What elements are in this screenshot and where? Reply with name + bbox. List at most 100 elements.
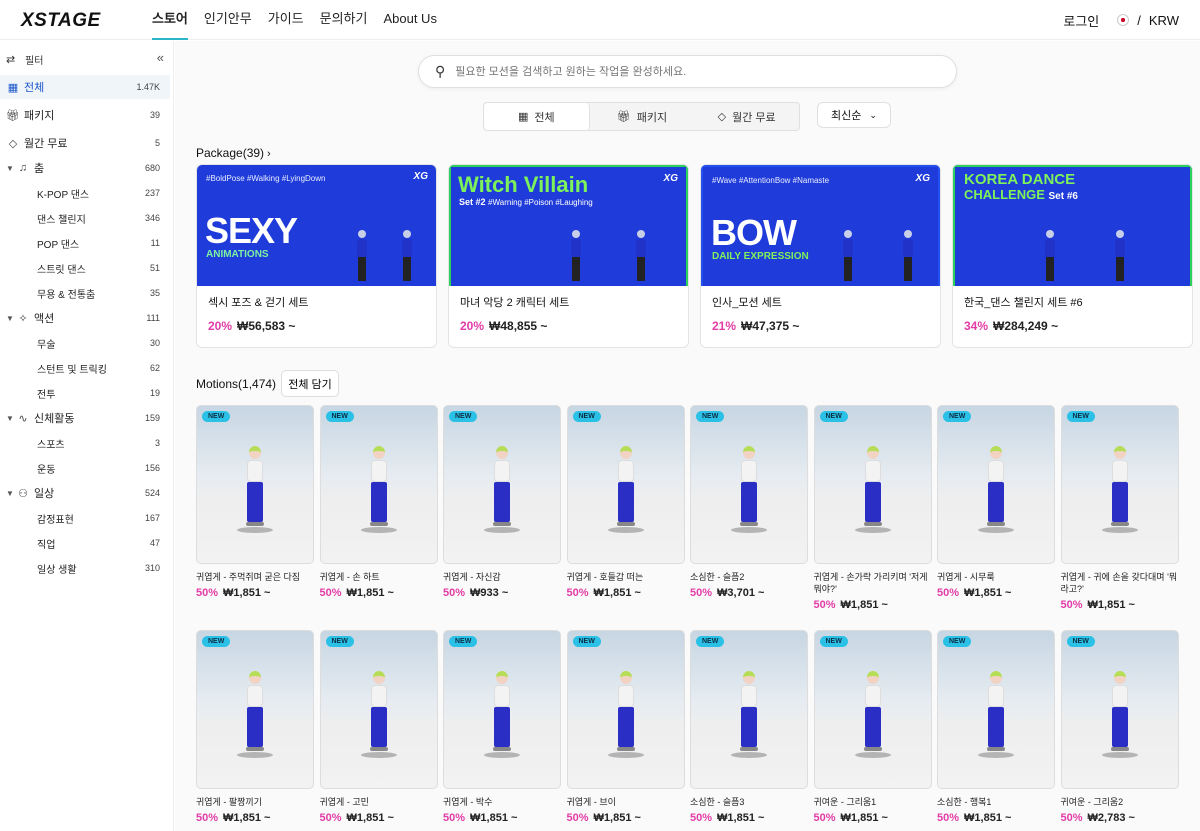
motion-thumbnail[interactable]: NEW: [690, 630, 808, 789]
caret-down-icon[interactable]: ▼: [6, 414, 16, 423]
sidebar-subitem[interactable]: 스트릿 댄스 51: [0, 257, 170, 279]
sidebar-category[interactable]: ▼ ♫ 춤 680: [0, 157, 170, 179]
motion-card[interactable]: NEW 귀엽게 - 자신감 50% ₩933 ~: [443, 405, 561, 599]
price-value: ₩1,851 ~: [840, 812, 888, 824]
tab-package[interactable]: 🎁︎ 패키지: [590, 103, 695, 130]
package-section-title[interactable]: Package(39) ›: [196, 146, 271, 160]
motion-thumbnail[interactable]: NEW: [319, 405, 438, 564]
sidebar-item-all[interactable]: ▦ 전체 1.47K: [0, 75, 170, 99]
tab-package-label: 패키지: [636, 111, 668, 124]
sidebar-subitem[interactable]: 운동 156: [0, 457, 170, 479]
sidebar-subitem[interactable]: 무용 & 전통춤 35: [0, 282, 170, 304]
sidebar-subitem[interactable]: 직업 47: [0, 532, 170, 554]
motion-thumbnail[interactable]: NEW: [196, 405, 314, 564]
motion-card[interactable]: NEW 귀여운 - 그리움2 50% ₩2,783 ~: [1060, 630, 1179, 824]
nav-popular-choreo[interactable]: 인기안무: [204, 0, 252, 40]
sidebar-subitem[interactable]: 스턴트 및 트릭킹 62: [0, 357, 170, 379]
add-all-to-cart-button[interactable]: 전체 담기: [281, 370, 339, 397]
sidebar-subitem-label: 감정표현: [37, 514, 74, 526]
sidebar-category-count: 111: [146, 313, 160, 323]
motion-card[interactable]: NEW 귀엽게 - 손가락 가리키며 '저게 뭐야?' 50% ₩1,851 ~: [813, 405, 932, 611]
sidebar-subitem-label: K-POP 댄스: [37, 189, 90, 201]
xstage-logo[interactable]: XSTAGE: [21, 10, 101, 32]
character-figure: [492, 671, 512, 761]
motion-name: 귀엽게 - 팔짱끼기: [196, 797, 262, 807]
motion-name: 귀엽게 - 손 하트: [319, 572, 380, 582]
caret-down-icon[interactable]: ▼: [6, 489, 16, 498]
motion-card[interactable]: NEW 귀엽게 - 브이 50% ₩1,851 ~: [566, 630, 685, 824]
motion-thumbnail[interactable]: NEW: [690, 405, 808, 564]
motion-card[interactable]: NEW 소심한 - 슬픔3 50% ₩1,851 ~: [690, 630, 808, 824]
search-bar[interactable]: ⚲: [418, 55, 957, 88]
motion-card[interactable]: NEW 귀엽게 - 시무룩 50% ₩1,851 ~: [937, 405, 1055, 599]
motion-card[interactable]: NEW 귀엽게 - 팔짱끼기 50% ₩1,851 ~: [196, 630, 314, 824]
sidebar-item-monthly-free[interactable]: ◇ 월간 무료 5: [0, 131, 170, 155]
package-name: 마녀 악당 2 캐릭터 세트: [460, 297, 570, 309]
price-value: ₩1,851 ~: [964, 587, 1012, 599]
motion-thumbnail[interactable]: NEW: [443, 405, 561, 564]
sidebar-subitem[interactable]: 일상 생활 310: [0, 557, 170, 579]
sidebar-subitem[interactable]: 무술 30: [0, 332, 170, 354]
motion-thumbnail[interactable]: NEW: [566, 405, 685, 564]
sidebar-category[interactable]: ▼ ⚇ 일상 524: [0, 482, 170, 504]
tab-monthly-free[interactable]: ◇ 월간 무료: [694, 103, 799, 130]
currency-selector[interactable]: KRW: [1149, 13, 1179, 28]
sort-dropdown[interactable]: 최신순 ⌄: [817, 102, 891, 128]
sidebar-subitem-label: 일상 생활: [37, 564, 77, 576]
sort-label: 최신순: [831, 110, 862, 122]
nav-store[interactable]: 스토어: [152, 0, 188, 40]
motion-card[interactable]: NEW 소심한 - 행복1 50% ₩1,851 ~: [937, 630, 1055, 824]
motion-thumbnail[interactable]: NEW: [443, 630, 561, 789]
nav-guide[interactable]: 가이드: [268, 0, 304, 40]
sidebar-subitem[interactable]: K-POP 댄스 237: [0, 182, 170, 204]
package-card[interactable]: #BoldPose #Walking #LyingDown XG SEXY AN…: [196, 164, 437, 348]
motion-price: 50% ₩1,851 ~: [320, 812, 438, 824]
sidebar-subitem[interactable]: 댄스 챌린지 346: [0, 207, 170, 229]
price-value: ₩48,855 ~: [489, 319, 548, 333]
motion-thumbnail[interactable]: NEW: [196, 630, 314, 789]
motion-thumbnail[interactable]: NEW: [937, 405, 1055, 564]
caret-down-icon[interactable]: ▼: [6, 164, 16, 173]
character-figure: [616, 671, 636, 761]
motion-card[interactable]: NEW 귀엽게 - 손 하트 50% ₩1,851 ~: [319, 405, 438, 599]
sidebar-subitem[interactable]: 스포츠 3: [0, 432, 170, 454]
diamond-icon: ◇: [8, 137, 18, 150]
tab-all-label: 전체: [534, 111, 555, 124]
motion-thumbnail[interactable]: NEW: [319, 630, 438, 789]
new-badge: NEW: [1066, 636, 1095, 647]
motion-name: 귀엽게 - 호들갑 떠는: [566, 572, 644, 582]
package-card[interactable]: KOREA DANCE CHALLENGE Set #6 한국_댄스 챌린지 세…: [952, 164, 1193, 348]
motion-name: 귀엽게 - 박수: [443, 797, 493, 807]
korea-flag-icon[interactable]: [1117, 14, 1130, 26]
motion-name: 소심한 - 슬픔3: [690, 797, 745, 807]
motion-thumbnail[interactable]: NEW: [937, 630, 1055, 789]
nav-contact[interactable]: 문의하기: [320, 0, 368, 40]
motion-card[interactable]: NEW 귀엽게 - 박수 50% ₩1,851 ~: [443, 630, 561, 824]
motion-thumbnail[interactable]: NEW: [813, 405, 932, 564]
motion-card[interactable]: NEW 귀엽게 - 고민 50% ₩1,851 ~: [319, 630, 438, 824]
sidebar-item-package[interactable]: 🎁︎ 패키지 39: [0, 103, 170, 127]
motion-card[interactable]: NEW 귀여운 - 그리움1 50% ₩1,851 ~: [813, 630, 932, 824]
search-input[interactable]: [455, 65, 936, 78]
discount-rate: 21%: [712, 319, 737, 333]
login-link[interactable]: 로그인: [1063, 11, 1099, 30]
sidebar-category[interactable]: ▼ ∿ 신체활동 159: [0, 407, 170, 429]
motion-card[interactable]: NEW 귀엽게 - 귀에 손을 갖다대며 '뭐라고?' 50% ₩1,851 ~: [1060, 405, 1179, 611]
motion-card[interactable]: NEW 소심한 - 슬픔2 50% ₩3,701 ~: [690, 405, 808, 599]
caret-down-icon[interactable]: ▼: [6, 314, 16, 323]
package-card[interactable]: #Wave #AttentionBow #Namaste XG BOW DAIL…: [700, 164, 941, 348]
motion-thumbnail[interactable]: NEW: [566, 630, 685, 789]
motion-thumbnail[interactable]: NEW: [1060, 630, 1179, 789]
nav-about-us[interactable]: About Us: [383, 0, 436, 40]
motion-thumbnail[interactable]: NEW: [1060, 405, 1179, 564]
motion-card[interactable]: NEW 귀엽게 - 호들갑 떠는 50% ₩1,851 ~: [566, 405, 685, 599]
motion-thumbnail[interactable]: NEW: [813, 630, 932, 789]
motion-card[interactable]: NEW 귀엽게 - 주먹쥐며 굳은 다짐 50% ₩1,851 ~: [196, 405, 314, 599]
tab-all[interactable]: ▦ 전체: [484, 103, 590, 130]
package-card[interactable]: Witch Villain Set #2 #Warning #Poison #L…: [448, 164, 689, 348]
sidebar-subitem[interactable]: POP 댄스 11: [0, 232, 170, 254]
sidebar-subitem[interactable]: 감정표현 167: [0, 507, 170, 529]
sidebar-subitem[interactable]: 전투 19: [0, 382, 170, 404]
sidebar-category[interactable]: ▼ ✧ 액션 111: [0, 307, 170, 329]
collapse-sidebar-icon[interactable]: «: [157, 50, 164, 65]
